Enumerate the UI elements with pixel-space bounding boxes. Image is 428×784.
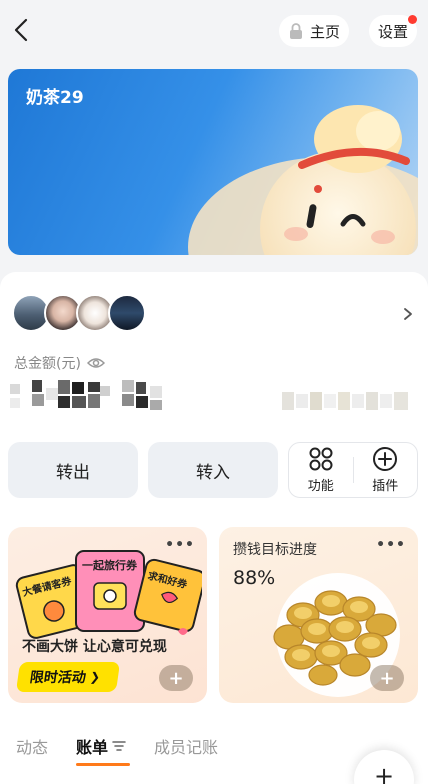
settings-button[interactable]: 设置 <box>369 15 417 47</box>
top-bar: 主页 设置 <box>0 0 428 62</box>
promo-card[interactable]: 大餐请客券 一起旅行券 求和好券 ••• 不画大饼 让心意可兑现 限时活动 ❯ … <box>8 527 207 703</box>
avatar <box>108 294 146 332</box>
features-label: 功能 <box>307 479 334 494</box>
total-amount-label: 总金额(元) <box>14 353 105 373</box>
plugins-button[interactable]: 插件 <box>354 443 418 497</box>
transfer-out-button[interactable]: 转出 <box>8 442 138 498</box>
four-circles-icon <box>309 447 333 471</box>
arrow-right-icon: ❯ <box>89 670 102 684</box>
eye-icon[interactable] <box>86 356 105 370</box>
filter-lines-icon[interactable] <box>112 740 126 752</box>
add-button[interactable]: + <box>159 665 193 691</box>
more-dots-icon[interactable]: ••• <box>165 537 195 553</box>
transfer-in-button[interactable]: 转入 <box>148 442 278 498</box>
settings-button-label: 设置 <box>377 22 408 41</box>
more-dots-icon[interactable]: ••• <box>376 537 406 553</box>
account-sheet: 总金额(元) 转出 转入 功能 插件 大餐请客券 一起旅行券 求和好券 ••• … <box>0 272 428 784</box>
plugins-label: 插件 <box>372 479 399 494</box>
limited-event-badge[interactable]: 限时活动 ❯ <box>15 662 121 692</box>
limited-event-label: 限时活动 <box>28 670 87 686</box>
add-button[interactable]: + <box>370 665 404 691</box>
home-button[interactable]: 主页 <box>279 15 349 47</box>
promo-text: 不画大饼 让心意可兑现 <box>22 639 167 655</box>
hidden-amount-mosaic <box>10 380 162 410</box>
tab-activity[interactable]: 动态 <box>16 734 48 758</box>
account-banner[interactable]: 奶茶29 <box>8 69 418 255</box>
transfer-in-label: 转入 <box>196 462 230 483</box>
home-button-label: 主页 <box>309 22 340 41</box>
hidden-info-mosaic <box>282 392 408 410</box>
tab-member-bookkeeping[interactable]: 成员记账 <box>154 734 218 758</box>
transfer-out-label: 转出 <box>56 462 90 483</box>
lock-icon <box>289 23 302 39</box>
member-avatars[interactable] <box>12 294 146 332</box>
mascot-illustration <box>188 105 418 255</box>
active-tab-underline <box>76 763 130 766</box>
chevron-right-icon[interactable] <box>402 306 414 322</box>
features-button[interactable]: 功能 <box>289 443 353 497</box>
tab-bills[interactable]: 账单 <box>76 734 126 758</box>
total-amount-label-text: 总金额(元) <box>14 356 81 372</box>
goal-progress: 88% <box>233 567 276 589</box>
tab-bills-label: 账单 <box>76 738 109 757</box>
savings-goal-card[interactable]: 攒钱目标进度 88% ••• + <box>219 527 418 703</box>
notification-dot <box>408 15 417 24</box>
tool-buttons: 功能 插件 <box>288 442 418 498</box>
goal-title: 攒钱目标进度 <box>233 542 317 558</box>
plus-circle-icon <box>373 447 398 471</box>
back-chevron-icon[interactable] <box>8 14 36 46</box>
floating-add-button[interactable]: + <box>354 750 414 784</box>
ticket-label: 一起旅行券 <box>82 558 138 572</box>
account-title: 奶茶29 <box>26 88 84 108</box>
